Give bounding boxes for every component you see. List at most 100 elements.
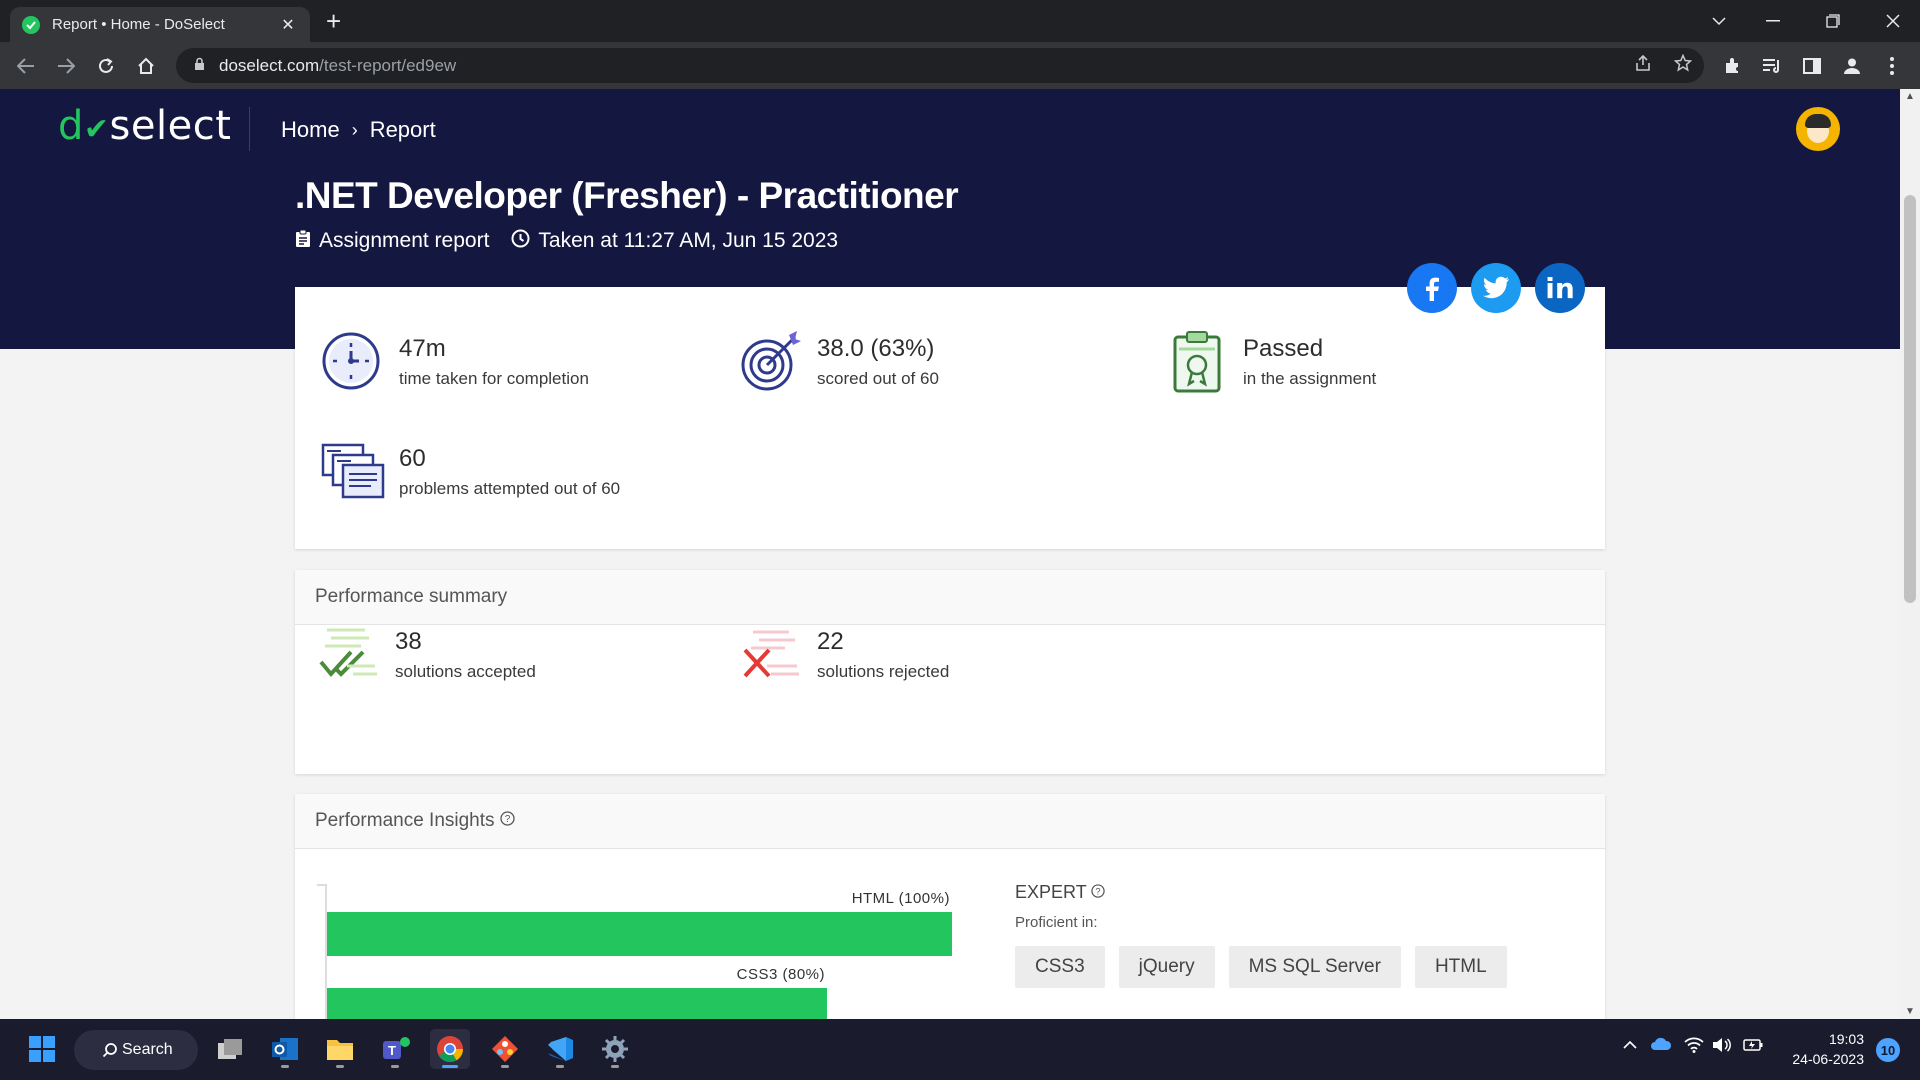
stats-card: 47m time taken for completion 38.0 (63%) s…: [295, 287, 1605, 549]
facebook-icon: [1426, 277, 1439, 301]
browser-tab[interactable]: Report • Home - DoSelect ✕: [10, 7, 310, 42]
file-explorer-icon[interactable]: [320, 1029, 360, 1069]
new-tab-button[interactable]: +: [326, 8, 341, 34]
vscode-icon[interactable]: [540, 1029, 580, 1069]
header-divider: [249, 107, 250, 151]
chevron-right-icon: ›: [351, 119, 358, 140]
skill-chips: CSS3 jQuery MS SQL Server HTML: [1015, 946, 1507, 988]
proficient-label: Proficient in:: [1015, 914, 1098, 931]
accepted-checks-icon: [319, 628, 377, 678]
volume-icon[interactable]: [1712, 1037, 1732, 1058]
documents-icon: [321, 443, 385, 499]
performance-insights-title: Performance Insights: [315, 810, 495, 831]
skill-chip: jQuery: [1118, 946, 1215, 988]
report-meta: Assignment report Taken at 11:27 AM, Jun…: [295, 229, 838, 253]
help-icon[interactable]: ?: [499, 810, 515, 832]
browser-toolbar: doselect.com/test-report/ed9ew: [0, 42, 1920, 89]
stat-time: 47m time taken for completion: [321, 329, 589, 393]
linkedin-icon: in: [1545, 271, 1575, 305]
performance-insights-card: Performance Insights ? HTML (100%) CSS3 (…: [295, 794, 1605, 1019]
rejected-cross-icon: [743, 630, 799, 678]
address-bar[interactable]: doselect.com/test-report/ed9ew: [176, 48, 1704, 83]
performance-summary-title: Performance summary: [295, 570, 1605, 625]
tab-search-icon[interactable]: [1692, 0, 1746, 42]
clipboard-icon: [295, 229, 311, 253]
skill-bar[interactable]: [327, 912, 952, 956]
reading-list-icon[interactable]: [1756, 50, 1788, 82]
back-icon[interactable]: [10, 50, 42, 82]
bar-label: HTML (100%): [851, 890, 950, 907]
bar-label: CSS3 (80%): [736, 966, 825, 983]
svg-text:T: T: [388, 1043, 396, 1058]
browser-tab-bar: Report • Home - DoSelect ✕ +: [0, 0, 1920, 42]
outlook-icon[interactable]: [265, 1029, 305, 1069]
taskbar-search[interactable]: Search: [74, 1030, 198, 1070]
url-path: /test-report/ed9ew: [319, 55, 457, 75]
profile-icon[interactable]: [1836, 50, 1868, 82]
stat-rejected: 22 solutions rejected: [739, 622, 949, 686]
stat-score: 38.0 (63%) scored out of 60: [739, 329, 939, 393]
task-view-icon[interactable]: [210, 1029, 250, 1069]
minimize-icon[interactable]: [1746, 0, 1800, 42]
battery-icon[interactable]: [1742, 1037, 1764, 1058]
breadcrumb-home[interactable]: Home: [281, 117, 340, 143]
skill-bar[interactable]: [327, 988, 827, 1019]
system-clock[interactable]: 19:03 24-06-2023: [1776, 1029, 1864, 1069]
windows-start-icon[interactable]: [22, 1029, 62, 1069]
skill-chip: MS SQL Server: [1228, 946, 1401, 988]
search-icon: [102, 1043, 117, 1058]
target-icon: [741, 331, 801, 391]
side-panel-icon[interactable]: [1796, 50, 1828, 82]
teams-icon[interactable]: T: [375, 1029, 415, 1069]
home-icon[interactable]: [130, 50, 162, 82]
svg-text:?: ?: [504, 814, 510, 825]
bookmark-star-icon[interactable]: [1668, 48, 1698, 78]
stat-accepted: 38 solutions accepted: [317, 622, 536, 686]
doselect-logo[interactable]: d✔select: [58, 103, 231, 149]
clock-time: 19:03: [1828, 1031, 1864, 1047]
breadcrumb-report: Report: [369, 117, 436, 142]
scroll-up-icon[interactable]: ▲: [1900, 91, 1920, 102]
settings-gear-icon[interactable]: [595, 1029, 635, 1069]
breadcrumb: Home › Report: [281, 117, 436, 143]
chevron-up-icon[interactable]: [1622, 1037, 1638, 1055]
twitter-share-button[interactable]: [1471, 263, 1521, 313]
reload-icon[interactable]: [90, 50, 122, 82]
onedrive-cloud-icon[interactable]: [1650, 1037, 1672, 1056]
doselect-favicon-icon: [22, 15, 40, 34]
help-icon[interactable]: ?: [1091, 882, 1106, 902]
scroll-down-icon[interactable]: ▼: [1900, 1006, 1920, 1017]
taken-at: Taken at 11:27 AM, Jun 15 2023: [538, 229, 839, 252]
svg-text:?: ?: [1096, 886, 1101, 896]
stat-problems: 60 problems attempted out of 60: [321, 439, 620, 503]
tab-close-icon[interactable]: ✕: [278, 15, 298, 35]
scrollbar-thumb[interactable]: [1904, 195, 1916, 603]
windows-taskbar: Search T 19:03 24-06-2023 10: [0, 1019, 1920, 1080]
avatar[interactable]: [1796, 107, 1840, 151]
notification-badge[interactable]: 10: [1876, 1038, 1900, 1062]
facebook-share-button[interactable]: [1407, 263, 1457, 313]
close-window-icon[interactable]: [1866, 0, 1920, 42]
performance-insights-header: Performance Insights ?: [295, 794, 1605, 849]
skill-chip: CSS3: [1015, 946, 1105, 988]
forward-icon[interactable]: [50, 50, 82, 82]
menu-kebab-icon[interactable]: [1876, 50, 1908, 82]
url-host: doselect.com: [219, 55, 320, 75]
certificate-icon: [1173, 331, 1221, 393]
page-scrollbar[interactable]: ▲ ▼: [1900, 89, 1920, 1019]
page-viewport: d✔select Home › Report .NET Developer (F…: [0, 89, 1900, 1019]
wifi-icon[interactable]: [1684, 1037, 1704, 1058]
report-type: Assignment report: [319, 229, 490, 252]
stat-result: Passed in the assignment: [1165, 329, 1376, 393]
proficiency-level: EXPERT ?: [1015, 882, 1106, 903]
clock-date: 24-06-2023: [1792, 1051, 1864, 1067]
share-icon[interactable]: [1628, 48, 1658, 78]
git-tool-icon[interactable]: [485, 1029, 525, 1069]
chrome-icon[interactable]: [430, 1029, 470, 1069]
restore-icon[interactable]: [1806, 0, 1860, 42]
clock-small-icon: [511, 229, 530, 253]
linkedin-share-button[interactable]: in: [1535, 263, 1585, 313]
lock-icon[interactable]: [194, 57, 205, 74]
extensions-icon[interactable]: [1716, 50, 1748, 82]
tab-title: Report • Home - DoSelect: [52, 16, 225, 33]
